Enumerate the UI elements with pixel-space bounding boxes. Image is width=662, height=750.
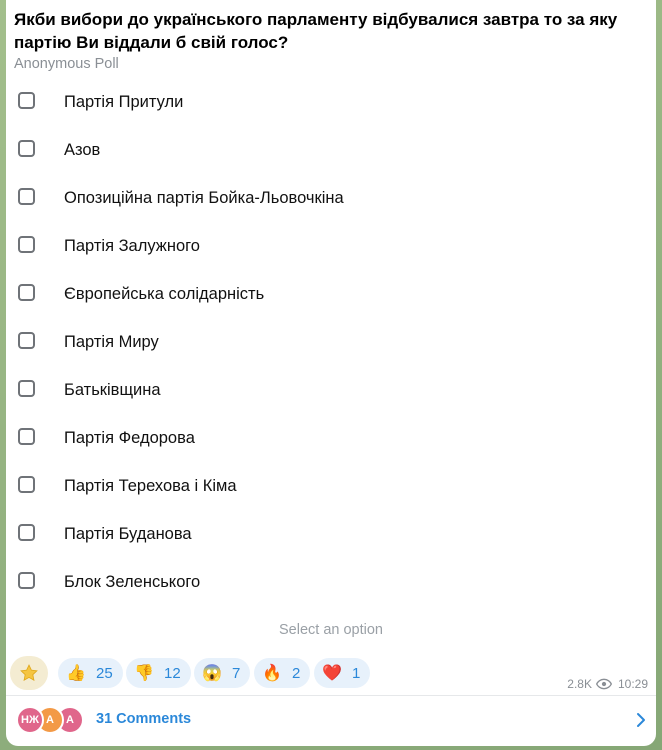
poll-option[interactable]: Партія Буданова xyxy=(6,510,656,558)
poll-message-bubble: Якби вибори до українського парламенту в… xyxy=(6,0,656,746)
reaction-thumbs-up[interactable]: 👍 25 xyxy=(58,658,123,688)
heart-icon: ❤️ xyxy=(322,665,342,682)
poll-option-label: Батьківщина xyxy=(64,381,161,399)
poll-options-list: Партія Притули Азов Опозиційна партія Бо… xyxy=(6,78,656,606)
reaction-thumbs-down[interactable]: 👎 12 xyxy=(126,658,191,688)
checkbox-icon[interactable] xyxy=(18,140,35,157)
star-icon xyxy=(20,664,38,681)
reaction-count: 1 xyxy=(352,664,361,682)
poll-option-label: Блок Зеленського xyxy=(64,573,201,591)
chevron-right-icon xyxy=(637,713,645,727)
poll-option-label: Партія Притули xyxy=(64,93,184,111)
message-meta: 2.8K 10:29 xyxy=(567,677,648,691)
reaction-screaming-face[interactable]: 😱 7 xyxy=(194,658,251,688)
checkbox-icon[interactable] xyxy=(18,92,35,109)
screaming-face-icon: 😱 xyxy=(202,665,222,682)
poll-option-label: Партія Федорова xyxy=(64,429,195,447)
checkbox-icon[interactable] xyxy=(18,236,35,253)
eye-icon xyxy=(595,678,612,690)
poll-option[interactable]: Європейська солідарність xyxy=(6,270,656,318)
reaction-count: 12 xyxy=(164,664,181,682)
checkbox-icon[interactable] xyxy=(18,428,35,445)
select-option-hint: Select an option xyxy=(279,622,383,638)
fire-icon: 🔥 xyxy=(262,665,282,682)
reaction-fire[interactable]: 🔥 2 xyxy=(254,658,311,688)
poll-option[interactable]: Азов xyxy=(6,126,656,174)
poll-option-label: Партія Терехова і Кіма xyxy=(64,477,237,495)
checkbox-icon[interactable] xyxy=(18,332,35,349)
poll-option[interactable]: Батьківщина xyxy=(6,366,656,414)
checkbox-icon[interactable] xyxy=(18,284,35,301)
checkbox-icon[interactable] xyxy=(18,524,35,541)
checkbox-icon[interactable] xyxy=(18,380,35,397)
reaction-heart[interactable]: ❤️ 1 xyxy=(314,658,371,688)
thumbs-up-icon: 👍 xyxy=(66,665,86,682)
reaction-count: 25 xyxy=(96,664,113,682)
poll-option-label: Партія Миру xyxy=(64,333,159,351)
poll-option[interactable]: Партія Миру xyxy=(6,318,656,366)
avatar: НЖ xyxy=(16,706,44,734)
poll-option[interactable]: Партія Залужного xyxy=(6,222,656,270)
comments-button[interactable]: НЖ A A 31 Comments xyxy=(6,696,656,744)
poll-option-label: Азов xyxy=(64,141,101,159)
view-count: 2.8K xyxy=(567,677,592,691)
poll-option-label: Партія Буданова xyxy=(64,525,192,543)
poll-option[interactable]: Блок Зеленського xyxy=(6,558,656,606)
poll-option[interactable]: Партія Терехова і Кіма xyxy=(6,462,656,510)
checkbox-icon[interactable] xyxy=(18,572,35,589)
poll-question: Якби вибори до українського парламенту в… xyxy=(14,10,618,52)
poll-type-label: Anonymous Poll xyxy=(14,56,119,72)
message-time: 10:29 xyxy=(617,677,648,691)
poll-option-label: Партія Залужного xyxy=(64,237,200,255)
reaction-count: 2 xyxy=(292,664,301,682)
poll-option[interactable]: Опозиційна партія Бойка-Льовочкіна xyxy=(6,174,656,222)
checkbox-icon[interactable] xyxy=(18,188,35,205)
thumbs-down-icon: 👎 xyxy=(134,665,154,682)
add-reaction-button[interactable] xyxy=(10,656,48,690)
poll-option-label: Опозиційна партія Бойка-Льовочкіна xyxy=(64,189,344,207)
reaction-count: 7 xyxy=(232,664,241,682)
checkbox-icon[interactable] xyxy=(18,476,35,493)
poll-option[interactable]: Партія Притули xyxy=(6,78,656,126)
comments-count-label: 31 Comments xyxy=(96,711,192,727)
poll-option-label: Європейська солідарність xyxy=(64,285,265,303)
poll-option[interactable]: Партія Федорова xyxy=(6,414,656,462)
